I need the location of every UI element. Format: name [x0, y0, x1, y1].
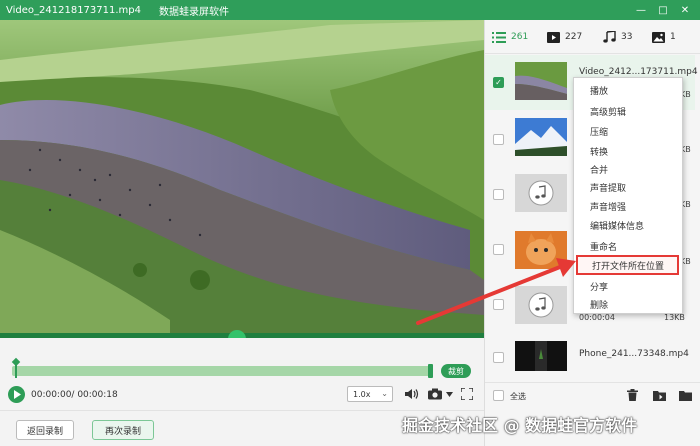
row-checkbox[interactable] [493, 189, 504, 200]
tab-count: 261 [511, 32, 529, 42]
row-thumbnail[interactable] [515, 62, 567, 100]
fullscreen-icon[interactable] [459, 386, 475, 402]
speed-value: 1.0x [353, 389, 371, 399]
trim-handle-right[interactable] [428, 364, 433, 378]
row-checkbox[interactable] [493, 244, 504, 255]
menu-item-open-location[interactable]: 打开文件所在位置 [576, 255, 679, 275]
select-all-checkbox[interactable] [493, 390, 504, 401]
menu-item-edit-metadata[interactable]: 编辑媒体信息 [573, 215, 683, 235]
tab-image[interactable]: 1 [652, 29, 676, 45]
row-thumbnail[interactable] [515, 118, 567, 156]
menu-item-convert[interactable]: 转换 [573, 141, 683, 161]
menu-item-share[interactable]: 分享 [573, 276, 683, 296]
window-file-title: Video_241218173711.mp4 [6, 4, 141, 16]
chevron-down-icon[interactable] [441, 386, 457, 402]
time-display: 00:00:00/ 00:00:18 [31, 390, 118, 400]
minimize-button[interactable]: — [630, 0, 652, 20]
back-to-record-button[interactable]: 返回录制 [16, 420, 75, 440]
close-button[interactable]: ✕ [674, 0, 696, 20]
tab-count: 227 [565, 32, 583, 42]
menu-item-extract-audio[interactable]: 声音提取 [573, 177, 683, 197]
tab-audio[interactable]: 33 [603, 29, 632, 45]
trim-track[interactable] [12, 366, 432, 376]
window-controls: — □ ✕ [630, 0, 696, 20]
annotation-arrow [416, 258, 576, 325]
play-button[interactable] [8, 386, 25, 403]
maximize-button[interactable]: □ [652, 0, 674, 20]
row-thumbnail[interactable] [515, 174, 567, 212]
row-filename: Phone_241...73348.mp4 [579, 349, 689, 359]
record-again-button[interactable]: 再次录制 [92, 420, 155, 440]
tab-count: 33 [621, 32, 633, 42]
menu-item-enhance-audio[interactable]: 声音增强 [573, 196, 683, 216]
menu-item-compress[interactable]: 压缩 [573, 121, 683, 141]
row-checkbox[interactable] [493, 134, 504, 145]
row-filename: Video_2412...173711.mp4 [579, 67, 698, 77]
row-duration: 00:00:04 [579, 313, 615, 322]
play-icon [13, 390, 21, 399]
row-checkbox[interactable] [493, 352, 504, 363]
title-bar: Video_241218173711.mp4 数据蛙录屏软件 — □ ✕ [0, 0, 700, 20]
menu-item-merge[interactable]: 合并 [573, 159, 683, 179]
music-icon [603, 31, 616, 43]
volume-icon[interactable] [404, 386, 420, 402]
export-icon[interactable] [651, 387, 667, 403]
menu-item-delete[interactable]: 删除 [573, 294, 683, 314]
row-checkbox[interactable]: ✓ [493, 77, 504, 88]
window-app-title: 数据蛙录屏软件 [159, 6, 229, 18]
watermark: 掘金技术社区 @ 数据蛙官方软件 [402, 416, 638, 435]
speed-select[interactable]: 1.0x ⌄ [347, 386, 393, 402]
folder-icon[interactable] [677, 387, 693, 403]
video-icon [547, 31, 560, 43]
tab-video[interactable]: 227 [547, 29, 582, 45]
select-all-label: 全选 [510, 392, 526, 401]
menu-item-rename[interactable]: 重命名 [573, 236, 683, 256]
chevron-down-icon: ⌄ [381, 389, 388, 398]
cut-button[interactable]: 裁剪 [441, 364, 471, 378]
image-icon [652, 31, 665, 43]
list-icon [492, 31, 506, 43]
menu-item-advanced-edit[interactable]: 高级剪辑 [573, 101, 683, 121]
trash-icon[interactable] [624, 387, 640, 403]
row-size: 13KB [664, 313, 685, 322]
menu-item-play[interactable]: 播放 [573, 80, 683, 100]
row-thumbnail[interactable] [515, 341, 567, 371]
tab-all[interactable]: 261 [492, 29, 528, 45]
tab-count: 1 [670, 32, 676, 42]
